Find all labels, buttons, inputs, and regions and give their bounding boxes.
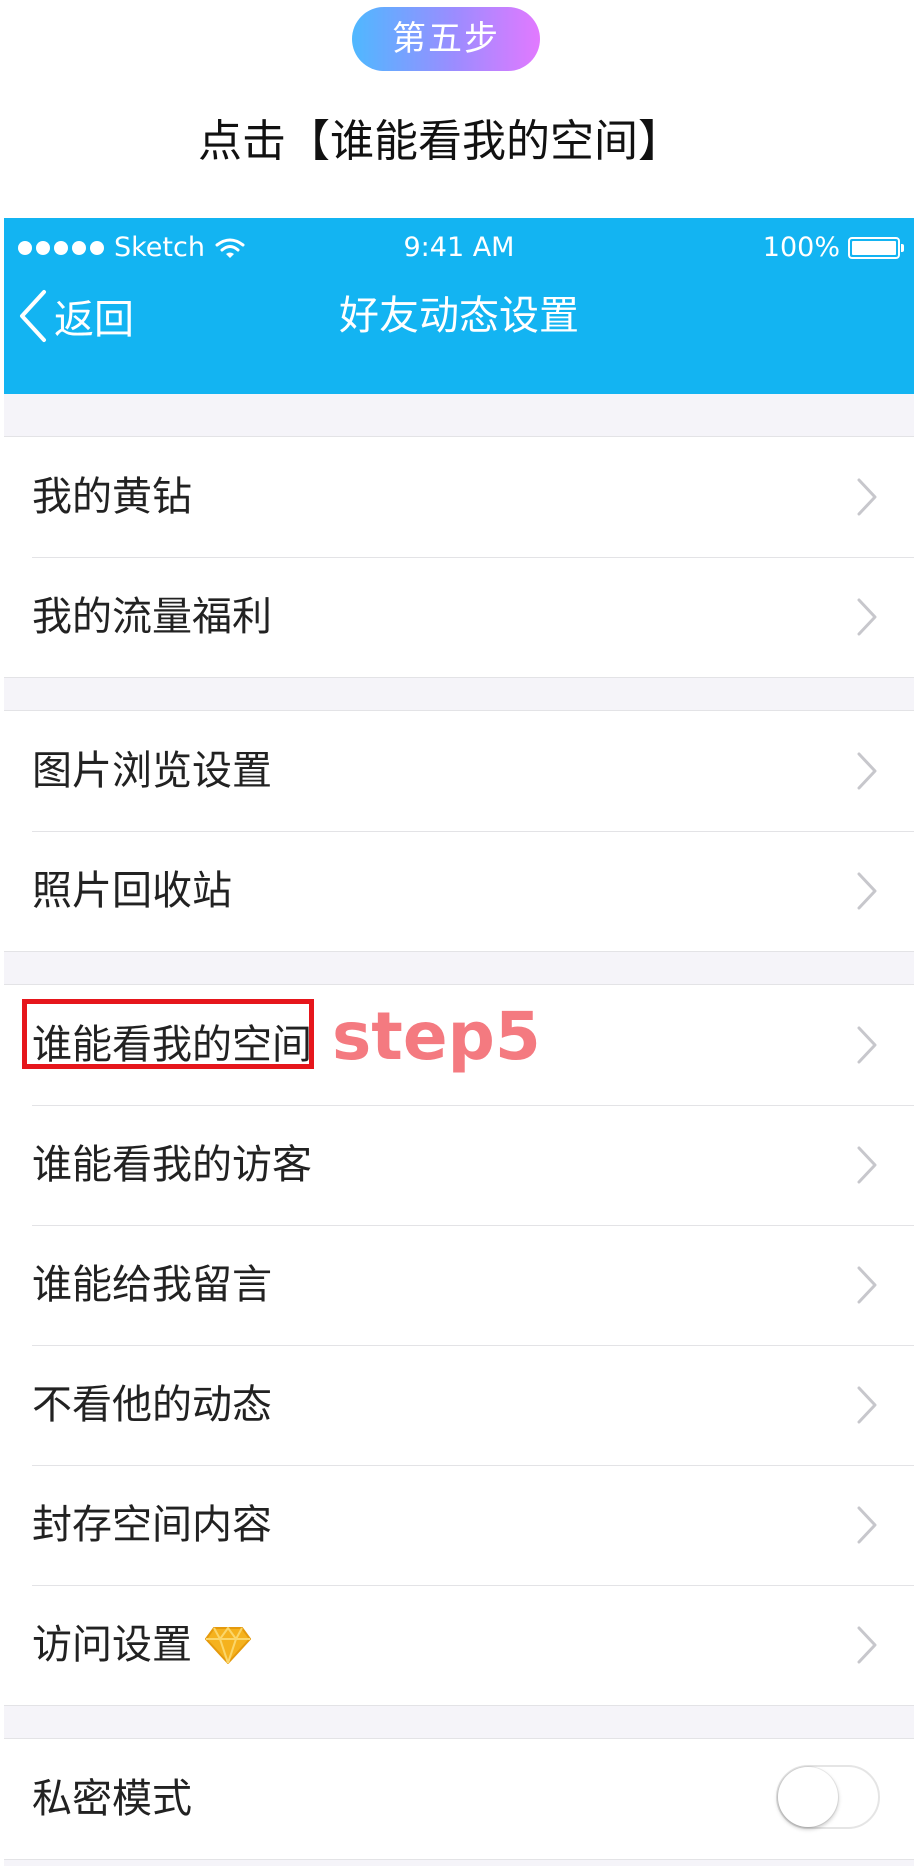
cell-label: 谁能给我留言 xyxy=(32,1262,272,1308)
battery-percentage: 100% xyxy=(762,232,840,263)
toggle-knob xyxy=(778,1767,838,1827)
chevron-right-icon xyxy=(857,1146,877,1184)
chevron-right-icon xyxy=(857,1026,877,1064)
access-settings-label: 访问设置 xyxy=(32,1622,192,1668)
status-right: 100% xyxy=(762,218,904,278)
chevron-right-icon xyxy=(857,1386,877,1424)
chevron-right-icon xyxy=(857,598,877,636)
status-bar: Sketch 9:41 AM 100% xyxy=(4,218,914,278)
tutorial-page: 第五步 点击【谁能看我的空间】 Sketch 9:41 AM 100% 返回 好… xyxy=(0,0,917,1866)
cell-private-mode: 私密模式 xyxy=(4,1739,914,1859)
cell-label: 我的流量福利 xyxy=(32,594,272,640)
cell-label: 照片回收站 xyxy=(32,868,232,914)
highlight-box xyxy=(22,999,314,1069)
cell-image-browsing-settings[interactable]: 图片浏览设置 xyxy=(4,711,914,831)
private-mode-toggle[interactable] xyxy=(776,1765,880,1829)
chevron-right-icon xyxy=(857,1266,877,1304)
phone-screen: Sketch 9:41 AM 100% 返回 好友动态设置 我的黄钻 我的流量福… xyxy=(4,218,914,1866)
step-badge: 第五步 xyxy=(352,7,540,71)
chevron-right-icon xyxy=(857,478,877,516)
section-gap xyxy=(4,394,914,437)
cell-my-yellow-diamond[interactable]: 我的黄钻 xyxy=(4,437,914,557)
cell-who-can-view-my-space[interactable]: 谁能看我的空间 step5 xyxy=(4,985,914,1105)
cell-label: 访问设置 xyxy=(32,1585,252,1705)
cell-photo-recycle-bin[interactable]: 照片回收站 xyxy=(4,831,914,951)
cell-label: 封存空间内容 xyxy=(32,1502,272,1548)
settings-group-2: 图片浏览设置 照片回收站 xyxy=(4,711,914,952)
settings-group-1: 我的黄钻 我的流量福利 xyxy=(4,437,914,678)
chevron-right-icon xyxy=(857,1626,877,1664)
step-annotation: step5 xyxy=(332,998,541,1075)
section-gap xyxy=(4,1706,914,1739)
cell-label: 不看他的动态 xyxy=(32,1382,272,1428)
diamond-icon xyxy=(205,1627,251,1664)
cell-label: 我的黄钻 xyxy=(32,474,192,520)
instruction-text: 点击【谁能看我的空间】 xyxy=(198,116,682,167)
cell-who-can-leave-messages[interactable]: 谁能给我留言 xyxy=(4,1225,914,1345)
chevron-right-icon xyxy=(857,752,877,790)
cell-label: 图片浏览设置 xyxy=(32,748,272,794)
cell-access-settings[interactable]: 访问设置 xyxy=(4,1585,914,1705)
section-gap xyxy=(4,678,914,711)
cell-who-can-view-my-visitors[interactable]: 谁能看我的访客 xyxy=(4,1105,914,1225)
settings-group-4: 私密模式 xyxy=(4,1739,914,1860)
navigation-bar: Sketch 9:41 AM 100% 返回 好友动态设置 xyxy=(4,218,914,394)
cell-archive-space-content[interactable]: 封存空间内容 xyxy=(4,1465,914,1585)
battery-icon xyxy=(848,237,904,259)
section-gap xyxy=(4,952,914,985)
cell-label: 私密模式 xyxy=(32,1776,192,1822)
cell-hide-their-feed[interactable]: 不看他的动态 xyxy=(4,1345,914,1465)
page-title: 好友动态设置 xyxy=(339,293,579,339)
cell-label: 谁能看我的访客 xyxy=(32,1142,312,1188)
chevron-right-icon xyxy=(857,872,877,910)
cell-my-data-perks[interactable]: 我的流量福利 xyxy=(4,557,914,677)
settings-group-3: 谁能看我的空间 step5 谁能看我的访客 谁能给我留言 不看他的动态 封存空间… xyxy=(4,985,914,1706)
chevron-right-icon xyxy=(857,1506,877,1544)
